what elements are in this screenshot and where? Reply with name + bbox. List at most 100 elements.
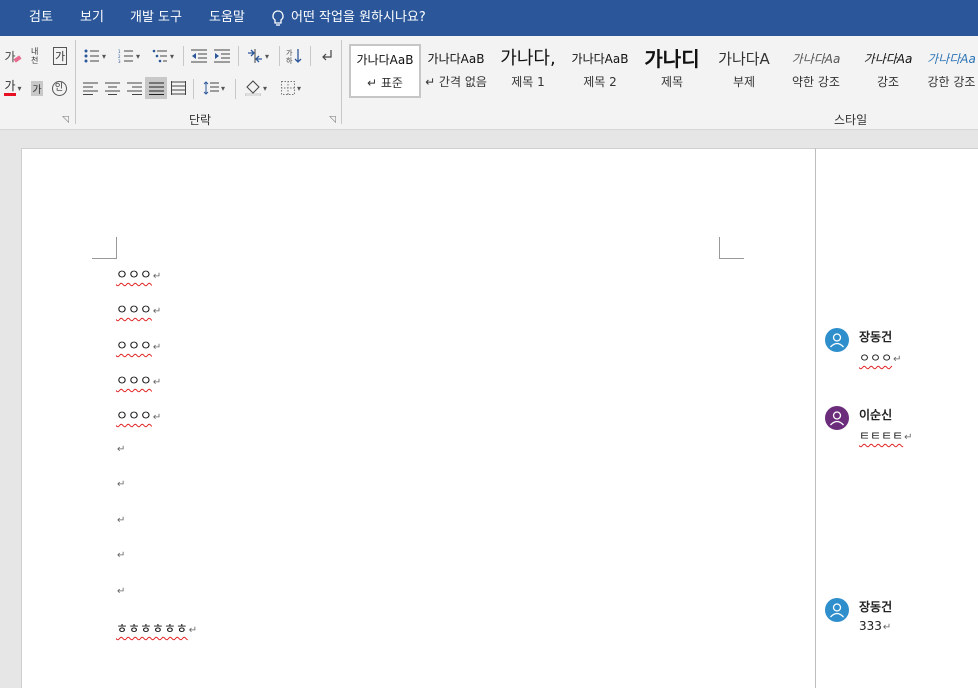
comment[interactable]: 장동건 ㅇㅇㅇ↵	[825, 328, 975, 378]
styles-group-label: 스타일	[834, 113, 868, 127]
divider	[310, 46, 311, 66]
text-direction-icon	[247, 49, 262, 63]
paragraph[interactable]: ㅎㅎㅎㅎㅎㅎ↵	[116, 618, 197, 637]
paragraph-text: ㅎㅎㅎㅎㅎㅎ	[116, 622, 188, 637]
paragraph[interactable]: ↵	[116, 441, 125, 456]
multilevel-list-button[interactable]: ▾	[148, 46, 178, 66]
multilevel-list-icon	[152, 49, 167, 63]
paragraph[interactable]: ㅇㅇㅇ↵	[116, 264, 161, 283]
paragraph[interactable]: ↵	[116, 547, 125, 562]
menu-developer[interactable]: 개발 도구	[130, 0, 182, 36]
paragraph-text: ㅇㅇㅇ	[116, 374, 152, 389]
style-subtitle[interactable]: 가나다A 부제	[709, 45, 779, 99]
style-no-spacing[interactable]: 가나다AaB ↵ 간격 없음	[421, 45, 491, 99]
paragraph-mark: ↵	[904, 432, 913, 443]
menu-view[interactable]: 보기	[80, 0, 104, 36]
paragraph[interactable]: ↵	[116, 512, 125, 527]
character-scaling-button[interactable]: ▾	[243, 46, 273, 66]
comment-text[interactable]: ㅌㅌㅌㅌ↵	[859, 427, 913, 444]
decrease-indent-button[interactable]	[189, 46, 209, 66]
style-intense-emphasis[interactable]: 가나다Aa 강한 강조	[925, 45, 978, 99]
justify-icon	[148, 82, 164, 95]
align-right-button[interactable]	[124, 78, 144, 98]
style-name: ↵ 간격 없음	[425, 75, 487, 89]
avatar	[825, 328, 849, 352]
tell-me-label: 어떤 작업을 원하시나요?	[291, 10, 426, 25]
style-title[interactable]: 가나디 제목	[637, 45, 707, 99]
sort-icon: 가하	[286, 48, 302, 64]
paragraph[interactable]: ↵	[116, 583, 125, 598]
align-center-button[interactable]	[102, 78, 122, 98]
font-color-glyph: 가	[4, 80, 16, 96]
user-icon	[830, 603, 844, 618]
comment[interactable]: 장동건 333↵	[825, 598, 975, 648]
style-subtle-emphasis[interactable]: 가나다Aa 약한 강조	[781, 45, 851, 99]
menu-review[interactable]: 검토	[29, 0, 53, 36]
paragraph[interactable]: ㅇㅇㅇ↵	[116, 405, 161, 424]
clear-formatting-button[interactable]: 가	[2, 46, 24, 66]
shading-button[interactable]: ▾	[240, 78, 272, 98]
style-sample: 가나다AaB	[427, 52, 485, 66]
paragraph-text: ㅇㅇㅇ	[116, 409, 152, 424]
divider	[235, 79, 236, 99]
bullets-button[interactable]: ▾	[80, 46, 110, 66]
style-sample: 가나다AaB	[356, 53, 414, 67]
style-sample: 가나디	[644, 47, 700, 71]
distribute-icon	[170, 81, 186, 95]
style-sample: 가나다Aa	[927, 52, 976, 66]
style-emphasis[interactable]: 가나다Aa 강조	[853, 45, 923, 99]
paint-bucket-icon	[244, 80, 261, 96]
character-shading-button[interactable]: 가	[28, 78, 46, 98]
bullet-list-icon	[84, 49, 99, 63]
paragraph-mark: ↵	[117, 444, 126, 455]
phonetic-glyph: 내천	[31, 47, 39, 65]
style-heading-1[interactable]: 가나다, 제목 1	[493, 45, 563, 99]
paragraph[interactable]: ㅇㅇㅇ↵	[116, 370, 161, 389]
eraser-icon	[13, 54, 22, 63]
align-left-icon	[82, 82, 98, 95]
numbering-button[interactable]: 123 ▾	[114, 46, 144, 66]
tell-me-search[interactable]: 어떤 작업을 원하시나요?	[271, 0, 426, 36]
divider	[193, 79, 194, 99]
comment-body: 333	[859, 619, 882, 633]
group-separator	[341, 40, 342, 124]
comment-text[interactable]: 333↵	[859, 619, 891, 633]
chevron-down-icon: ▾	[296, 83, 301, 93]
justify-button[interactable]	[145, 77, 167, 99]
enclose-characters-button[interactable]: 인	[49, 78, 69, 98]
menu-help[interactable]: 도움말	[209, 0, 245, 36]
increase-indent-button[interactable]	[212, 46, 232, 66]
svg-text:하: 하	[286, 56, 293, 64]
phonetic-guide-button[interactable]: 내천	[26, 46, 48, 66]
margin-crop-mark	[92, 237, 117, 259]
align-left-button[interactable]	[80, 78, 100, 98]
paragraph[interactable]: ㅇㅇㅇ↵	[116, 335, 161, 354]
avatar	[825, 598, 849, 622]
paragraph[interactable]: ↵	[116, 476, 125, 491]
character-border-button[interactable]: 가	[50, 46, 70, 66]
paragraph-text: ㅇㅇㅇ	[116, 303, 152, 318]
paragraph-mark: ↵	[152, 342, 162, 353]
comment-text[interactable]: ㅇㅇㅇ↵	[859, 349, 902, 366]
distributed-button[interactable]	[168, 78, 188, 98]
line-spacing-button[interactable]: ▾	[198, 78, 230, 98]
style-sample: 가나다Aa	[791, 52, 841, 66]
chevron-down-icon: ▾	[264, 51, 269, 61]
user-icon	[830, 333, 844, 348]
style-heading-2[interactable]: 가나다AaB 제목 2	[565, 45, 635, 99]
sort-button[interactable]: 가하	[284, 46, 304, 66]
comment-author: 장동건	[859, 330, 893, 344]
borders-button[interactable]: ▾	[275, 78, 307, 98]
paragraph-mark: ↵	[893, 354, 902, 365]
style-normal[interactable]: 가나다AaB ↵ 표준	[349, 44, 421, 98]
comment[interactable]: 이순신 ㅌㅌㅌㅌ↵	[825, 406, 975, 456]
font-dialog-launcher-icon[interactable]: ◹	[62, 115, 69, 125]
paragraph-group-label: 단락	[189, 113, 212, 127]
show-hide-marks-button[interactable]	[316, 46, 336, 66]
enclose-glyph: 인	[51, 80, 67, 96]
paragraph[interactable]: ㅇㅇㅇ↵	[116, 299, 161, 318]
chevron-down-icon: ▾	[220, 83, 225, 93]
paragraph-dialog-launcher-icon[interactable]: ◹	[329, 115, 336, 125]
font-color-button[interactable]: 가 ▾	[0, 78, 26, 98]
paragraph-text: ㅇㅇㅇ	[116, 339, 152, 354]
